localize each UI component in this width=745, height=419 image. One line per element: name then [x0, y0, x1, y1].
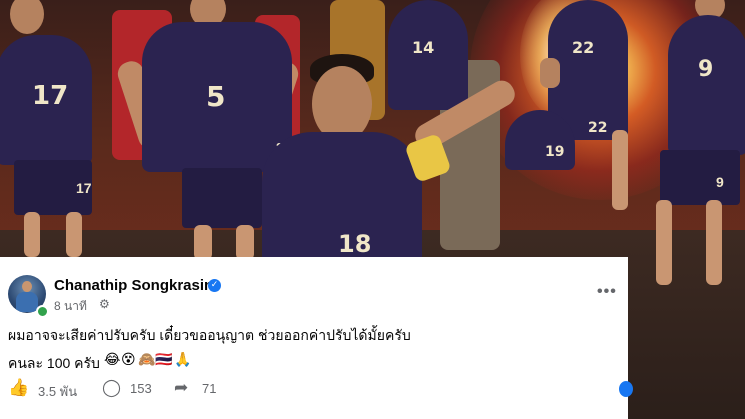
player-jersey: 5: [142, 22, 292, 172]
post-text-line-2: คนละ 100 ครับ: [8, 355, 100, 371]
jersey-number: 17: [32, 81, 69, 111]
player-head: [312, 66, 372, 142]
player-jersey: 18: [262, 132, 422, 272]
player-shorts: [182, 168, 262, 228]
shorts-number: 9: [716, 174, 724, 190]
jersey-number: 18: [338, 230, 372, 258]
emoji-dizzy: 😵: [121, 352, 136, 368]
player-leg: [706, 200, 722, 285]
comment-icon[interactable]: ◯: [102, 378, 121, 398]
more-options-icon[interactable]: •••: [597, 283, 617, 301]
thumbs-up-icon[interactable]: 👍: [8, 378, 29, 398]
player-leg: [194, 225, 212, 260]
jersey-number: 22: [572, 38, 595, 57]
shares-count[interactable]: 71: [202, 381, 216, 396]
verified-badge-icon: ✓: [208, 279, 221, 292]
post-time[interactable]: 8 นาที: [54, 297, 87, 316]
online-status-dot: [36, 305, 49, 318]
jersey-number: 22: [588, 120, 608, 136]
player-jersey: 17: [0, 35, 92, 165]
player-leg: [236, 225, 254, 260]
reactions-count[interactable]: 3.5 พัน: [38, 381, 77, 402]
post-text-line-1: ผมอาจจะเสียค่าปรับครับ เดี๋ยวขออนุญาต ช่…: [8, 327, 411, 343]
player-shorts: 9: [660, 150, 740, 205]
player-head: [10, 0, 44, 34]
player-leg: [656, 200, 672, 285]
emoji-pray: 🙏: [174, 352, 192, 368]
emoji-thai-flag: 🇹🇭: [155, 352, 173, 368]
jersey-number: 19: [545, 144, 565, 160]
jersey-number: 5: [206, 80, 226, 113]
messenger-edge-button[interactable]: [619, 381, 633, 397]
emoji-laughing: 😂: [104, 352, 121, 368]
globe-icon: ⚙: [99, 297, 110, 311]
player-leg: [66, 212, 82, 257]
jersey-number: 9: [698, 57, 714, 82]
emoji-monkey: 🙈: [138, 352, 156, 368]
player-leg: [612, 130, 628, 210]
author-name[interactable]: Chanathip Songkrasin: [54, 277, 213, 294]
player-shorts: 17: [14, 160, 92, 215]
share-icon[interactable]: ➦: [174, 378, 188, 398]
player-jersey: 9: [668, 15, 745, 155]
player-jersey: 14: [388, 0, 468, 110]
player-leg: [24, 212, 40, 257]
jersey-number: 14: [412, 38, 435, 57]
shorts-number: 17: [76, 180, 92, 196]
comments-count[interactable]: 153: [130, 381, 152, 396]
player-hand: [540, 58, 560, 88]
